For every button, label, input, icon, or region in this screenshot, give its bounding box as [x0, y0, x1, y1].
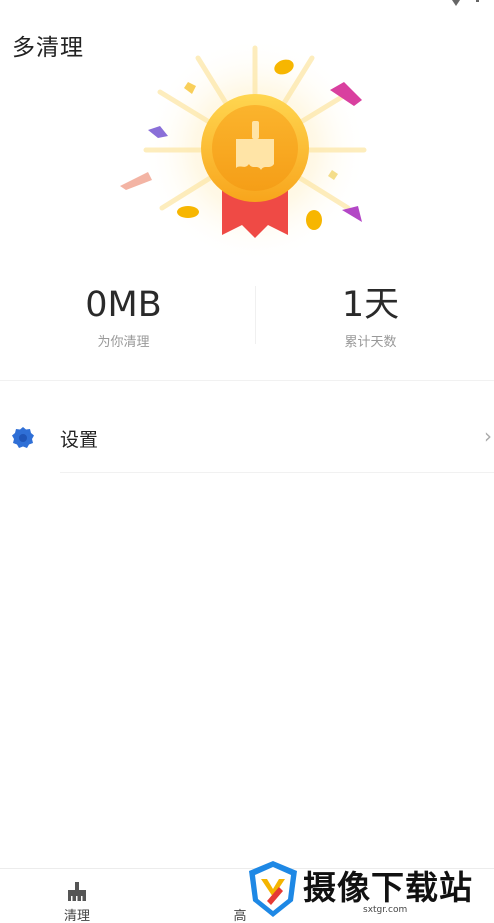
tab-clean-label: 清理 [63, 909, 90, 923]
status-bar-fragment [452, 0, 479, 6]
menu-divider [60, 472, 494, 473]
watermark-logo [249, 861, 297, 917]
days-label: 累计天数 [344, 335, 397, 350]
page-title: 多清理 [12, 35, 84, 61]
days-stat: 1天 累计天数 [247, 280, 494, 350]
watermark: 摄像下载站 sxtgr.com [245, 855, 494, 923]
cleaned-label: 为你清理 [97, 335, 150, 350]
medal-illustration [120, 40, 367, 262]
settings-menu-item[interactable]: 设置 › [0, 404, 494, 470]
watermark-title: 摄像下载站 [303, 868, 473, 907]
settings-label: 设置 [60, 429, 99, 451]
tab-clean[interactable]: 清理 [42, 869, 112, 923]
broom-icon [68, 882, 86, 901]
stats-panel: 0MB 为你清理 1天 累计天数 [0, 280, 494, 360]
gear-icon [12, 427, 34, 448]
watermark-url: sxtgr.com [363, 905, 408, 915]
cleaned-stat: 0MB 为你清理 [0, 280, 247, 350]
days-value: 1天 [341, 285, 400, 325]
cleaned-value: 0MB [85, 285, 162, 325]
chevron-right-icon: › [484, 424, 492, 448]
section-divider [0, 380, 494, 381]
